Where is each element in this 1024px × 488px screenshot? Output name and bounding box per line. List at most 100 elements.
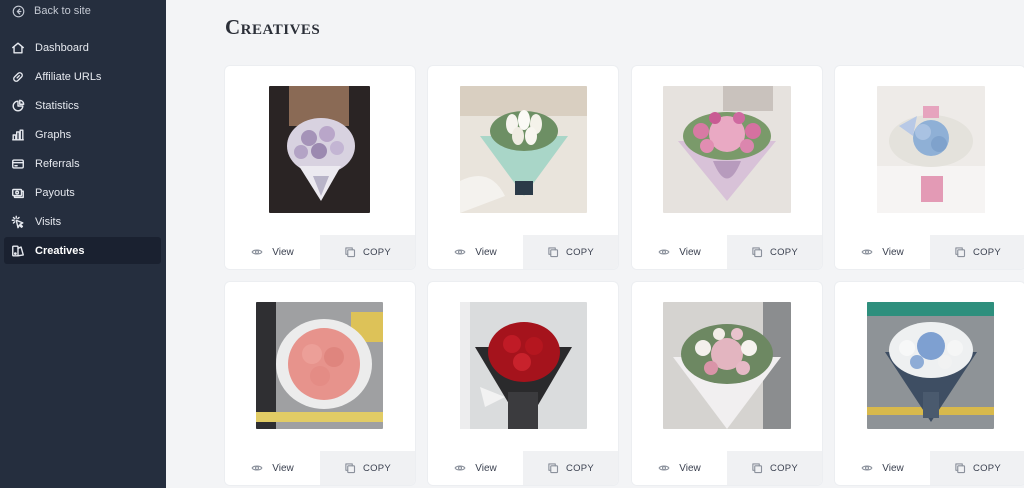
copy-button[interactable]: COPY	[727, 451, 822, 485]
view-label: View	[475, 246, 497, 258]
view-label: View	[882, 462, 904, 474]
view-button[interactable]: View	[632, 451, 727, 485]
view-button[interactable]: View	[225, 451, 320, 485]
card-actions: View COPY	[428, 451, 618, 485]
copy-icon	[547, 462, 559, 474]
back-to-site-label: Back to site	[34, 5, 91, 17]
sidebar-item-dashboard[interactable]: Dashboard	[4, 34, 161, 61]
sidebar: Back to site Dashboard Affiliate URLs St…	[0, 0, 166, 488]
eye-icon	[658, 462, 670, 474]
copy-button[interactable]: COPY	[930, 235, 1024, 269]
copy-icon	[751, 246, 763, 258]
cursor-click-icon	[10, 214, 26, 230]
creative-image-blue-hydrangea-babys-breath-bouquet[interactable]	[877, 86, 985, 213]
copy-icon	[954, 462, 966, 474]
sidebar-item-referrals[interactable]: Referrals	[4, 150, 161, 177]
sidebar-item-payouts[interactable]: Payouts	[4, 179, 161, 206]
view-label: View	[475, 462, 497, 474]
copy-button[interactable]: COPY	[523, 235, 618, 269]
view-label: View	[679, 246, 701, 258]
sidebar-item-graphs[interactable]: Graphs	[4, 121, 161, 148]
creative-card: View COPY	[632, 282, 822, 485]
sidebar-item-visits[interactable]: Visits	[4, 208, 161, 235]
card-actions: View COPY	[225, 235, 415, 269]
sidebar-nav: Dashboard Affiliate URLs Statistics Grap…	[4, 34, 161, 266]
copy-icon	[751, 462, 763, 474]
eye-icon	[454, 462, 466, 474]
copy-label: COPY	[362, 246, 392, 258]
house-icon	[10, 40, 26, 56]
copy-button[interactable]: COPY	[320, 235, 415, 269]
copy-label: COPY	[362, 462, 392, 474]
copy-icon	[547, 246, 559, 258]
view-button[interactable]: View	[428, 235, 523, 269]
copy-icon	[344, 246, 356, 258]
back-to-site-link[interactable]: Back to site	[10, 3, 91, 19]
creative-image-blue-white-rose-bouquet[interactable]	[867, 302, 994, 429]
sidebar-item-creatives[interactable]: Creatives	[4, 237, 161, 264]
creative-card: View COPY	[428, 66, 618, 269]
sidebar-item-label: Visits	[35, 215, 62, 228]
cash-icon	[10, 185, 26, 201]
creatives-icon	[10, 243, 26, 259]
view-button[interactable]: View	[428, 451, 523, 485]
copy-button[interactable]: COPY	[523, 451, 618, 485]
bar-chart-icon	[10, 127, 26, 143]
copy-label: COPY	[769, 462, 799, 474]
creative-card: View COPY	[225, 66, 415, 269]
eye-icon	[454, 246, 466, 258]
view-label: View	[679, 462, 701, 474]
eye-icon	[251, 462, 263, 474]
copy-button[interactable]: COPY	[930, 451, 1024, 485]
creative-card: View COPY	[835, 282, 1024, 485]
copy-label: COPY	[769, 246, 799, 258]
creative-card: View COPY	[632, 66, 822, 269]
sidebar-item-label: Creatives	[35, 244, 85, 257]
view-button[interactable]: View	[835, 451, 930, 485]
copy-label: COPY	[972, 462, 1002, 474]
copy-button[interactable]: COPY	[727, 235, 822, 269]
copy-label: COPY	[565, 462, 595, 474]
copy-icon	[344, 462, 356, 474]
view-label: View	[272, 462, 294, 474]
card-actions: View COPY	[632, 451, 822, 485]
creative-image-red-rose-black-wrap-bouquet[interactable]	[460, 302, 587, 429]
eye-icon	[861, 246, 873, 258]
view-button[interactable]: View	[835, 235, 930, 269]
copy-label: COPY	[972, 246, 1002, 258]
creative-image-white-tulip-mint-bouquet[interactable]	[460, 86, 587, 213]
card-actions: View COPY	[835, 235, 1024, 269]
view-button[interactable]: View	[225, 235, 320, 269]
copy-label: COPY	[565, 246, 595, 258]
creative-card: View COPY	[225, 282, 415, 485]
sidebar-item-affiliate-urls[interactable]: Affiliate URLs	[4, 63, 161, 90]
creative-image-purple-rose-bouquet[interactable]	[269, 86, 370, 213]
sidebar-item-label: Affiliate URLs	[35, 70, 102, 83]
sidebar-item-label: Referrals	[35, 157, 80, 170]
view-label: View	[272, 246, 294, 258]
sidebar-item-label: Dashboard	[35, 41, 89, 54]
eye-icon	[251, 246, 263, 258]
page-title: Creatives	[225, 15, 321, 39]
card-actions: View COPY	[428, 235, 618, 269]
sidebar-item-label: Statistics	[35, 99, 80, 112]
creative-image-pink-hydrangea-rose-bouquet[interactable]	[663, 86, 791, 213]
card-actions: View COPY	[632, 235, 822, 269]
sidebar-item-statistics[interactable]: Statistics	[4, 92, 161, 119]
copy-button[interactable]: COPY	[320, 451, 415, 485]
eye-icon	[861, 462, 873, 474]
credit-card-icon	[10, 156, 26, 172]
creative-card: View COPY	[428, 282, 618, 485]
card-actions: View COPY	[835, 451, 1024, 485]
creative-image-coral-rose-bouquet[interactable]	[256, 302, 383, 429]
link-icon	[10, 69, 26, 85]
pie-chart-icon	[10, 98, 26, 114]
creative-image-pink-white-mixed-bouquet[interactable]	[663, 302, 791, 429]
arrow-left-circle-icon	[10, 3, 26, 19]
eye-icon	[658, 246, 670, 258]
view-label: View	[882, 246, 904, 258]
creative-card: View COPY	[835, 66, 1024, 269]
sidebar-item-label: Payouts	[35, 186, 75, 199]
view-button[interactable]: View	[632, 235, 727, 269]
sidebar-item-label: Graphs	[35, 128, 72, 141]
